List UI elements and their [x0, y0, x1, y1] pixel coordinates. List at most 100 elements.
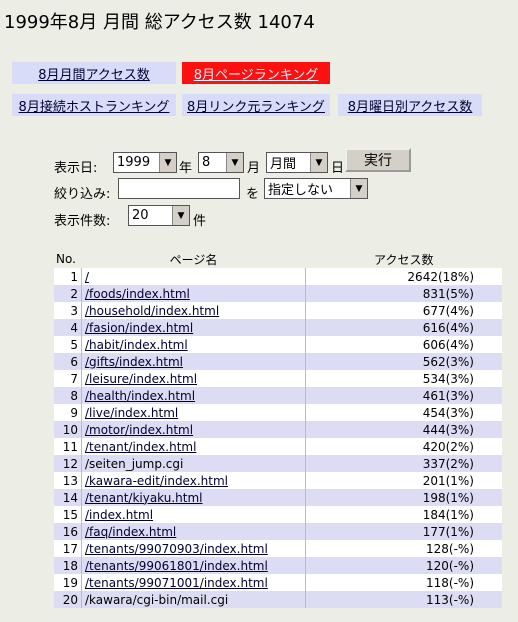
table-row: 9/live/index.html 454(3%)	[54, 404, 502, 421]
row-page-cell: /health/index.html	[81, 387, 306, 404]
filter-input[interactable]	[118, 178, 240, 199]
page-link[interactable]: /motor/index.html	[85, 423, 193, 437]
table-row: 14/tenant/kiyaku.html 198(1%)	[54, 489, 502, 506]
page-link[interactable]: /fasion/index.html	[85, 321, 193, 335]
row-access-count: 534(3%)	[305, 370, 502, 387]
col-header-count: アクセス数	[374, 252, 434, 267]
month-select[interactable]: 8 ▼	[198, 152, 244, 173]
page-link[interactable]: /gifts/index.html	[85, 355, 183, 369]
row-number: 5	[54, 336, 82, 353]
page-link[interactable]: /tenants/99070903/index.html	[85, 542, 268, 556]
month-unit: 月	[247, 161, 261, 176]
row-page-cell: /seiten_jump.cgi	[81, 455, 306, 472]
row-access-count: 177(1%)	[305, 523, 502, 540]
table-row: 17/tenants/99070903/index.html 128(-%)	[54, 540, 502, 557]
period-value: 月間	[270, 157, 297, 172]
filter-label: 絞り込み:	[54, 187, 111, 202]
period-select[interactable]: 月間 ▼	[266, 152, 328, 173]
row-number: 19	[54, 574, 82, 591]
row-page-cell: /leisure/index.html	[81, 370, 306, 387]
row-access-count: 606(4%)	[305, 336, 502, 353]
row-number: 10	[54, 421, 82, 438]
page-link[interactable]: /faq/index.html	[85, 525, 176, 539]
table-row: 5/habit/index.html 606(4%)	[54, 336, 502, 353]
row-number: 16	[54, 523, 82, 540]
table-row: 1/ 2642(18%)	[54, 268, 502, 285]
filter-mode-select[interactable]: 指定しない ▼	[264, 178, 368, 199]
page-link[interactable]: /household/index.html	[85, 304, 219, 318]
year-value: 1999	[117, 155, 151, 170]
month-value: 8	[202, 155, 211, 170]
table-row: 13/kawara-edit/index.html 201(1%)	[54, 472, 502, 489]
page-link[interactable]: /foods/index.html	[85, 287, 190, 301]
row-access-count: 616(4%)	[305, 319, 502, 336]
row-number: 8	[54, 387, 82, 404]
page-link[interactable]: /tenants/99071001/index.html	[85, 576, 268, 590]
row-page-cell: /faq/index.html	[81, 523, 306, 540]
count-select[interactable]: 20 ▼	[128, 205, 190, 226]
row-number: 3	[54, 302, 82, 319]
row-access-count: 454(3%)	[305, 404, 502, 421]
page-link[interactable]: /	[85, 270, 89, 284]
page-name: /kawara/cgi-bin/mail.cgi	[85, 592, 229, 607]
row-access-count: 461(3%)	[305, 387, 502, 404]
page-link[interactable]: /tenant/kiyaku.html	[85, 491, 203, 505]
row-number: 7	[54, 370, 82, 387]
date-label: 表示日:	[54, 161, 98, 176]
row-page-cell: /household/index.html	[81, 302, 306, 319]
row-access-count: 118(-%)	[305, 574, 502, 591]
row-page-cell: /index.html	[81, 506, 306, 523]
table-row: 11/tenant/index.html 420(2%)	[54, 438, 502, 455]
row-page-cell: /tenants/99070903/index.html	[81, 540, 306, 557]
page-link[interactable]: /tenants/99061801/index.html	[85, 559, 268, 573]
tab-page-ranking[interactable]: 8月ページランキング	[182, 62, 330, 84]
tab-monthly-access[interactable]: 8月月間アクセス数	[12, 62, 176, 84]
page-link[interactable]: /health/index.html	[85, 389, 195, 403]
row-page-cell: /tenant/kiyaku.html	[81, 489, 306, 506]
tab-referrer-ranking[interactable]: 8月リンク元ランキング	[182, 94, 330, 116]
row-access-count: 120(-%)	[305, 557, 502, 574]
page-link[interactable]: /index.html	[85, 508, 153, 522]
table-row: 8/health/index.html 461(3%)	[54, 387, 502, 404]
col-header-no: No.	[56, 252, 76, 266]
page-link[interactable]: /tenant/index.html	[85, 440, 196, 454]
row-page-cell: /live/index.html	[81, 404, 306, 421]
row-page-cell: /motor/index.html	[81, 421, 306, 438]
row-number: 18	[54, 557, 82, 574]
tab-host-ranking[interactable]: 8月接続ホストランキング	[12, 94, 176, 116]
row-number: 4	[54, 319, 82, 336]
table-row: 16/faq/index.html 177(1%)	[54, 523, 502, 540]
table-row: 2/foods/index.html 831(5%)	[54, 285, 502, 302]
filter-connector: を	[246, 187, 260, 202]
page-link[interactable]: /habit/index.html	[85, 338, 188, 352]
chevron-down-icon: ▼	[350, 179, 367, 198]
row-access-count: 184(1%)	[305, 506, 502, 523]
row-number: 11	[54, 438, 82, 455]
count-label: 表示件数:	[54, 214, 111, 229]
col-header-page: ページ名	[169, 252, 218, 267]
tab-weekday-access[interactable]: 8月曜日別アクセス数	[338, 94, 482, 116]
table-row: 20/kawara/cgi-bin/mail.cgi 113(-%)	[54, 591, 502, 608]
row-number: 6	[54, 353, 82, 370]
submit-button[interactable]: 実行	[345, 148, 411, 172]
row-page-cell: /foods/index.html	[81, 285, 306, 302]
row-access-count: 420(2%)	[305, 438, 502, 455]
row-number: 14	[54, 489, 82, 506]
page-link[interactable]: /kawara-edit/index.html	[85, 474, 228, 488]
row-page-cell: /	[81, 268, 306, 285]
row-access-count: 201(1%)	[305, 472, 502, 489]
row-access-count: 831(5%)	[305, 285, 502, 302]
day-unit: 日	[331, 161, 345, 176]
row-access-count: 128(-%)	[305, 540, 502, 557]
row-page-cell: /kawara-edit/index.html	[81, 472, 306, 489]
year-select[interactable]: 1999 ▼	[113, 152, 177, 173]
row-page-cell: /tenants/99071001/index.html	[81, 574, 306, 591]
row-page-cell: /fasion/index.html	[81, 319, 306, 336]
table-row: 12/seiten_jump.cgi 337(2%)	[54, 455, 502, 472]
page-link[interactable]: /live/index.html	[85, 406, 178, 420]
page-link[interactable]: /leisure/index.html	[85, 372, 197, 386]
table-row: 18/tenants/99061801/index.html 120(-%)	[54, 557, 502, 574]
chevron-down-icon: ▼	[226, 153, 243, 172]
table-row: 19/tenants/99071001/index.html 118(-%)	[54, 574, 502, 591]
table-row: 3/household/index.html 677(4%)	[54, 302, 502, 319]
